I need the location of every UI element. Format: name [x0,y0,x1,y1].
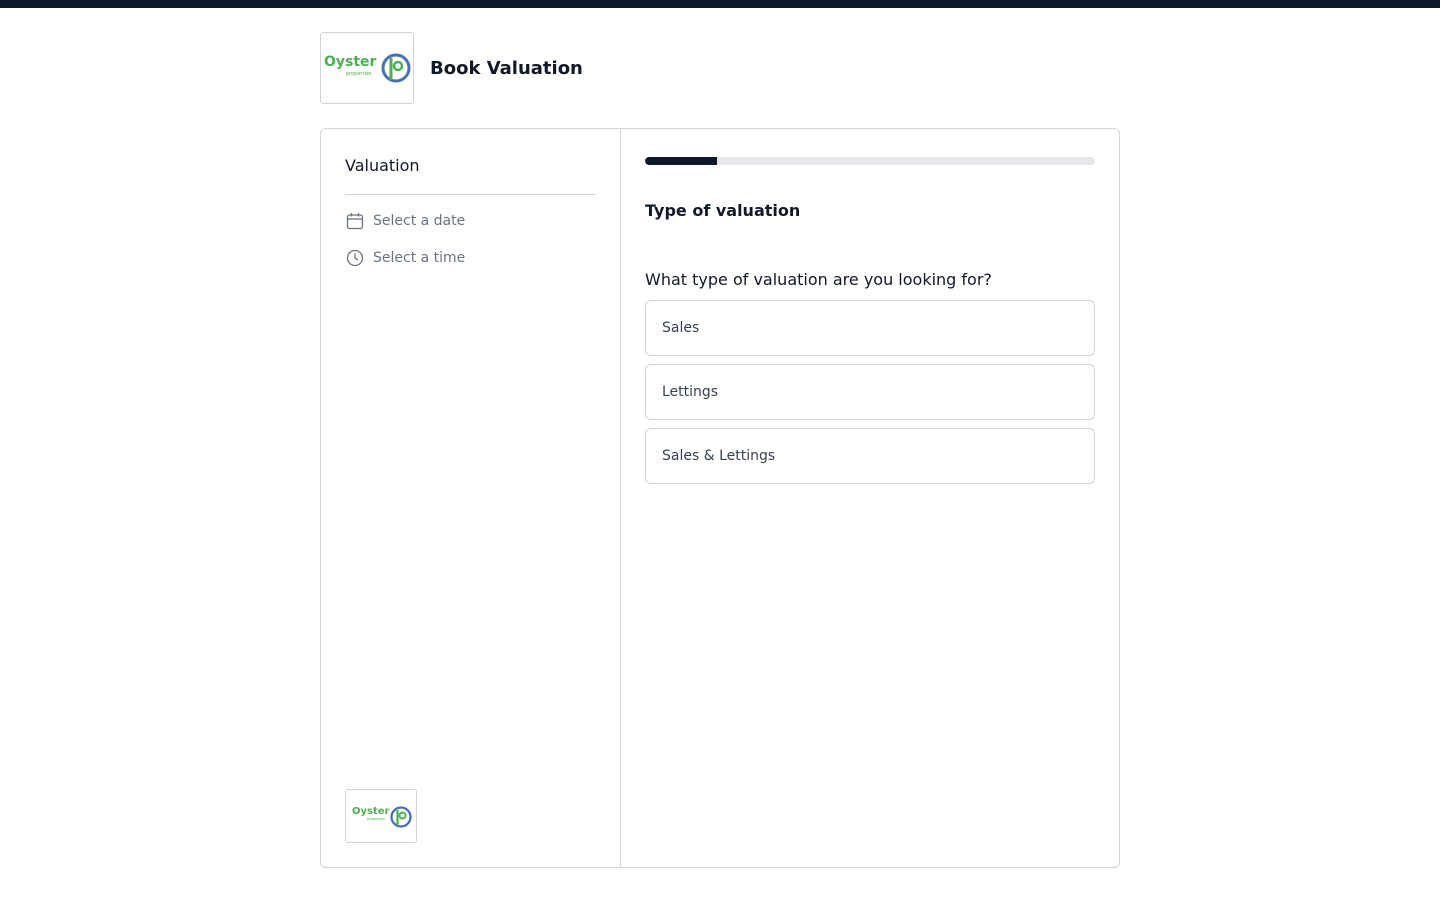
option-sales[interactable]: Sales [645,300,1095,356]
step-select-time[interactable]: Select a time [345,247,596,269]
page-title: Book Valuation [430,57,583,79]
valuation-options: Sales Lettings Sales & Lettings [645,300,1095,484]
option-lettings[interactable]: Lettings [645,364,1095,420]
footer-brand-logo: Oyster properties [345,789,417,843]
svg-text:properties: properties [346,71,372,77]
brand-logo: Oyster properties [320,32,414,104]
step-label: Select a date [373,213,466,229]
steps-list: Select a date Select a time [345,210,596,269]
page-header: Oyster properties Book Valuation [320,32,583,104]
oyster-logo-icon: Oyster properties [324,53,411,83]
step-label: Select a time [373,250,466,266]
question-label: What type of valuation are you looking f… [645,270,992,289]
progress-bar-fill [645,157,717,165]
sidebar-divider [345,194,596,195]
calendar-icon [345,211,365,231]
clock-icon [345,248,365,268]
sidebar-title: Valuation [345,156,420,175]
booking-card: Valuation Select a date Select a time Oy… [320,128,1120,868]
svg-text:properties: properties [367,817,385,821]
svg-text:Oyster: Oyster [324,54,377,70]
top-accent-bar [0,0,1440,8]
svg-text:Oyster: Oyster [352,806,390,817]
step-select-date[interactable]: Select a date [345,210,596,232]
section-title: Type of valuation [645,201,801,220]
option-sales-and-lettings[interactable]: Sales & Lettings [645,428,1095,484]
oyster-logo-icon: Oyster properties [352,806,412,828]
main-panel: Type of valuation What type of valuation… [621,129,1119,867]
progress-bar [645,157,1095,165]
sidebar: Valuation Select a date Select a time Oy… [321,129,621,867]
